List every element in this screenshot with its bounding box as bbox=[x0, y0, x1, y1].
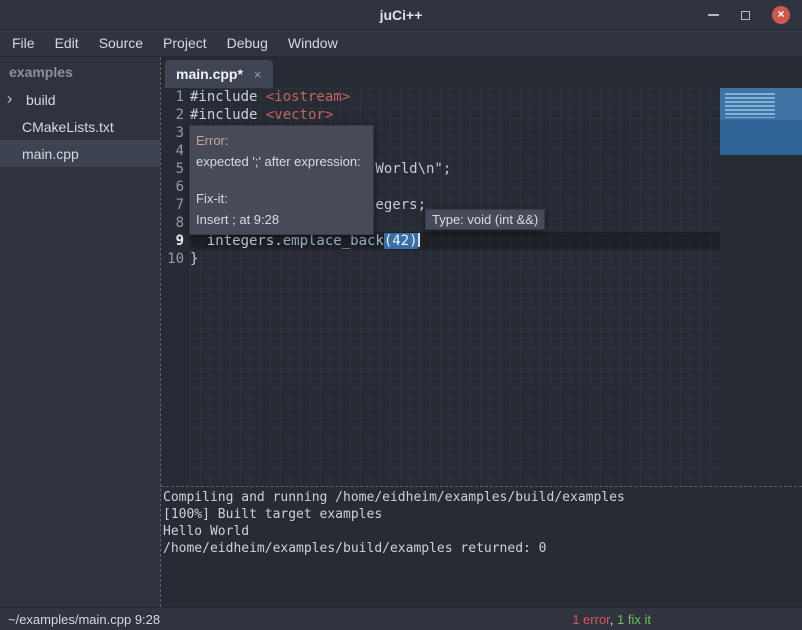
code-segment: <iostream> bbox=[266, 89, 350, 105]
status-error-count: 1 error bbox=[572, 612, 610, 627]
title-bar[interactable]: juCi++ × bbox=[0, 0, 802, 30]
editor-area[interactable]: 12345678910 #include <iostream>#include … bbox=[161, 88, 802, 486]
code-segment: emplace_back bbox=[283, 233, 384, 249]
line-number: 10 bbox=[161, 250, 190, 268]
output-line: /home/eidheim/examples/build/examples re… bbox=[163, 540, 802, 557]
tab-label: main.cpp* bbox=[176, 66, 243, 82]
text-cursor bbox=[418, 233, 420, 247]
tab-main-cpp[interactable]: main.cpp* × bbox=[165, 60, 273, 88]
status-diagnostics: 1 error, 1 fix it bbox=[572, 608, 651, 630]
code-segment: <vector> bbox=[266, 107, 333, 123]
menu-item-file[interactable]: File bbox=[2, 31, 45, 55]
file-label: build bbox=[26, 92, 56, 108]
code-segment: #include bbox=[190, 107, 266, 123]
project-name-label: examples bbox=[0, 57, 160, 86]
line-number: 5 bbox=[161, 160, 190, 178]
sidebar-item-cmakelists-txt[interactable]: CMakeLists.txt bbox=[0, 113, 160, 140]
juci-window: juCi++ × FileEditSourceProjectDebugWindo… bbox=[0, 0, 802, 630]
line-number: 4 bbox=[161, 142, 190, 160]
sidebar: examples › build CMakeLists.txt main.cpp bbox=[0, 57, 160, 607]
tooltip-row: Error: bbox=[196, 130, 367, 151]
code-segment: } bbox=[190, 251, 198, 267]
type-tooltip: Type: void (int &&) bbox=[425, 209, 545, 230]
tooltip-row bbox=[196, 172, 367, 188]
menu-item-debug[interactable]: Debug bbox=[217, 31, 278, 55]
code-segment: #include bbox=[190, 89, 266, 105]
output-panel[interactable]: Compiling and running /home/eidheim/exam… bbox=[161, 486, 802, 607]
editor-pane: main.cpp* × 12345678910 #include <iostre… bbox=[160, 57, 802, 607]
code-line[interactable]: } bbox=[190, 250, 720, 268]
sidebar-item-build[interactable]: › build bbox=[0, 86, 160, 113]
tooltip-row: Fix-it: bbox=[196, 188, 367, 209]
diagnostic-tooltip: Error:expected ';' after expression: Fix-… bbox=[189, 125, 374, 235]
overview-code-lines bbox=[725, 93, 775, 118]
maximize-icon[interactable] bbox=[741, 11, 750, 20]
tooltip-row: Insert ; at 9:28 bbox=[196, 209, 367, 230]
minimize-icon[interactable] bbox=[708, 14, 719, 16]
overview-column bbox=[720, 88, 802, 486]
window-controls: × bbox=[708, 0, 790, 30]
sidebar-item-main-cpp[interactable]: main.cpp bbox=[0, 140, 160, 167]
code-line[interactable]: #include <iostream> bbox=[190, 88, 720, 106]
menu-item-window[interactable]: Window bbox=[278, 31, 348, 55]
window-title: juCi++ bbox=[0, 0, 802, 30]
menu-bar: FileEditSourceProjectDebugWindow bbox=[0, 30, 802, 57]
line-number: 9 bbox=[161, 232, 190, 250]
line-number: 8 bbox=[161, 214, 190, 232]
line-number: 3 bbox=[161, 124, 190, 142]
line-number-gutter: 12345678910 bbox=[161, 88, 190, 486]
file-tree: › build CMakeLists.txt main.cpp bbox=[0, 86, 160, 167]
code-line[interactable]: #include <vector> bbox=[190, 106, 720, 124]
code-segment: (42) bbox=[384, 233, 418, 249]
line-number: 7 bbox=[161, 196, 190, 214]
status-bar: ~/examples/main.cpp 9:28 1 error, 1 fix … bbox=[0, 607, 802, 630]
line-number: 1 bbox=[161, 88, 190, 106]
file-label: CMakeLists.txt bbox=[22, 119, 114, 135]
output-line: [100%] Built target examples bbox=[163, 506, 802, 523]
menu-item-project[interactable]: Project bbox=[153, 31, 217, 55]
output-line: Hello World bbox=[163, 523, 802, 540]
tab-bar: main.cpp* × bbox=[161, 57, 802, 88]
status-separator: , bbox=[610, 612, 617, 627]
close-icon[interactable]: × bbox=[772, 6, 790, 24]
menu-item-edit[interactable]: Edit bbox=[45, 31, 89, 55]
status-fixit-count: 1 fix it bbox=[617, 612, 651, 627]
tab-close-icon[interactable]: × bbox=[254, 67, 262, 82]
chevron-right-icon: › bbox=[7, 90, 12, 108]
status-file-path: ~/examples/main.cpp 9:28 bbox=[8, 608, 160, 630]
line-number: 2 bbox=[161, 106, 190, 124]
overview-map[interactable] bbox=[720, 88, 802, 155]
code-segment: integers. bbox=[190, 233, 283, 249]
file-label: main.cpp bbox=[22, 146, 79, 162]
menu-item-source[interactable]: Source bbox=[89, 31, 153, 55]
tooltip-row: expected ';' after expression: bbox=[196, 151, 367, 172]
line-number: 6 bbox=[161, 178, 190, 196]
output-line: Compiling and running /home/eidheim/exam… bbox=[163, 489, 802, 506]
